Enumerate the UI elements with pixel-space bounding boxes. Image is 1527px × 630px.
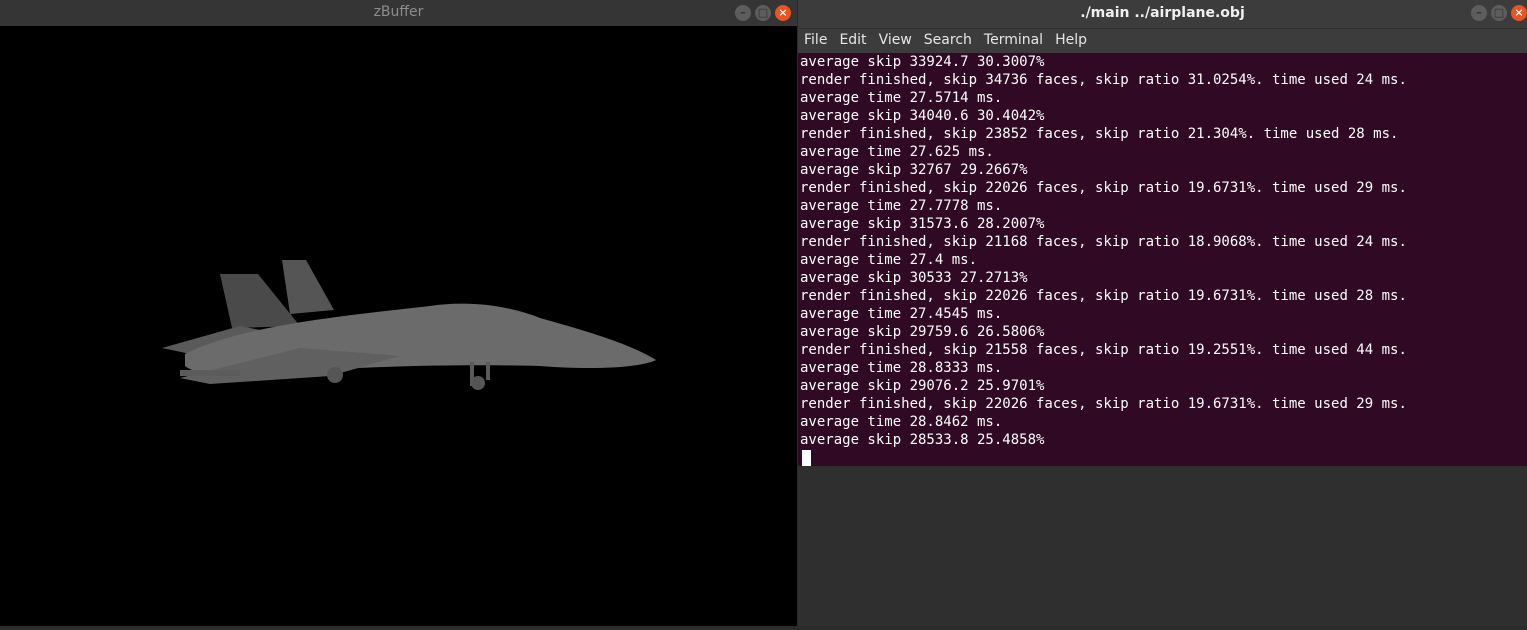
terminal-line: render finished, skip 23852 faces, skip … (800, 126, 1399, 142)
terminal-window: ./main ../airplane.obj – □ × File Edit V… (798, 0, 1527, 626)
terminal-line: render finished, skip 22026 faces, skip … (800, 288, 1407, 304)
zbuffer-canvas (0, 26, 797, 626)
terminal-line: average skip 31573.6 28.2007% (800, 216, 1045, 232)
terminal-line: average skip 30533 27.2713% (800, 270, 1028, 286)
terminal-line: render finished, skip 21558 faces, skip … (800, 342, 1407, 358)
terminal-line: average time 27.4545 ms. (800, 306, 1003, 322)
terminal-line: render finished, skip 22026 faces, skip … (800, 396, 1407, 412)
minimize-button[interactable]: – (735, 5, 751, 21)
terminal-cursor (802, 450, 811, 466)
menu-edit[interactable]: Edit (833, 29, 872, 53)
menu-file[interactable]: File (798, 29, 833, 53)
zbuffer-window: zBuffer – □ × (0, 0, 797, 626)
close-button[interactable]: × (1511, 5, 1527, 21)
airplane-missile (180, 370, 240, 376)
terminal-line: average time 27.5714 ms. (800, 90, 1003, 106)
airplane-landing-gear-right (471, 376, 485, 390)
terminal-line: average time 28.8462 ms. (800, 414, 1003, 430)
terminal-prompt-line (798, 449, 1527, 466)
terminal-menubar: File Edit View Search Terminal Help (798, 29, 1527, 53)
terminal-line: average skip 29076.2 25.9701% (800, 378, 1045, 394)
menu-search[interactable]: Search (918, 29, 978, 53)
terminal-window-title: ./main ../airplane.obj (1080, 5, 1245, 21)
minimize-button[interactable]: – (1471, 5, 1487, 21)
menu-view[interactable]: View (873, 29, 918, 53)
menu-terminal[interactable]: Terminal (978, 29, 1049, 53)
terminal-line: render finished, skip 22026 faces, skip … (800, 180, 1407, 196)
terminal-line: average skip 33924.7 30.3007% (800, 54, 1045, 70)
terminal-line: average time 28.8333 ms. (800, 360, 1003, 376)
terminal-line: average skip 32767 29.2667% (800, 162, 1028, 178)
maximize-button[interactable]: □ (1491, 5, 1507, 21)
airplane-landing-gear-left (327, 367, 343, 383)
terminal-line: average time 27.7778 ms. (800, 198, 1003, 214)
terminal-line: average skip 34040.6 30.4042% (800, 108, 1045, 124)
airplane-landing-gear-strut (486, 362, 490, 380)
terminal-line: average skip 29759.6 26.5806% (800, 324, 1045, 340)
terminal-line: render finished, skip 34736 faces, skip … (800, 72, 1407, 88)
close-button[interactable]: × (775, 5, 791, 21)
zbuffer-titlebar[interactable]: zBuffer – □ × (0, 0, 797, 26)
airplane-render (162, 260, 656, 390)
terminal-line: average skip 28533.8 25.4858% (800, 432, 1045, 448)
terminal-line: average time 27.625 ms. (800, 144, 994, 160)
terminal-output[interactable]: average skip 33924.7 30.3007% render fin… (798, 53, 1527, 466)
desktop-background (798, 466, 1527, 626)
maximize-button[interactable]: □ (755, 5, 771, 21)
terminal-line: average time 27.4 ms. (800, 252, 978, 268)
terminal-titlebar[interactable]: ./main ../airplane.obj – □ × (798, 0, 1527, 28)
menu-help[interactable]: Help (1049, 29, 1093, 53)
terminal-line: render finished, skip 21168 faces, skip … (800, 234, 1407, 250)
airplane-tail-fin-front (282, 260, 334, 314)
zbuffer-window-title: zBuffer (373, 4, 424, 20)
